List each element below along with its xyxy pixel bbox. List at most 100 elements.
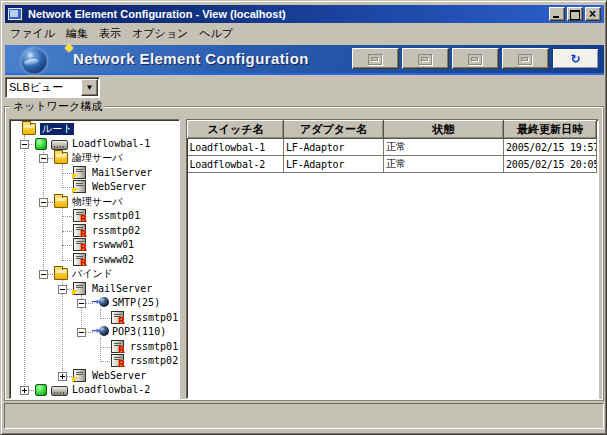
tree-item[interactable]: rswww01 [12, 238, 177, 253]
expand-icon[interactable] [20, 386, 29, 395]
title-bar[interactable]: Network Element Configuration - View (lo… [5, 5, 604, 23]
server-r-icon [73, 209, 86, 222]
tool-button-1[interactable] [352, 48, 399, 69]
tree-item[interactable]: WebServer [12, 180, 177, 195]
collapse-icon[interactable] [77, 299, 86, 308]
tree-item-label: Loadflowbal-1 [72, 138, 150, 150]
combobox-drop-button[interactable]: ▼ [81, 79, 98, 96]
folder-icon [54, 268, 68, 280]
collapse-icon[interactable] [39, 270, 48, 279]
table-cell: LF-Adaptor [284, 156, 384, 173]
tool-button-3-icon [468, 53, 484, 65]
tree-item[interactable]: rssmtp01 [12, 209, 177, 224]
view-selector-value: SLBビュー [6, 78, 81, 97]
tool-button-4-icon [518, 53, 534, 65]
tree-item-label: POP3(110) [112, 326, 166, 338]
tree-item-label: rswww02 [92, 254, 134, 266]
menu-item-1[interactable]: 編集 [61, 24, 94, 43]
network-tree: ルートLoadflowbal-1論理サーバMailServerWebServer… [12, 122, 177, 396]
expand-icon[interactable] [58, 372, 67, 381]
tool-button-4[interactable] [502, 48, 549, 69]
tree-connector [62, 208, 63, 261]
server-r-icon [111, 354, 124, 367]
server-r-icon [111, 311, 124, 324]
tree-item[interactable]: rssmtp01 [12, 340, 177, 355]
collapse-icon[interactable] [77, 328, 86, 337]
collapse-icon[interactable] [39, 154, 48, 163]
tree-item[interactable]: ルート [12, 122, 177, 137]
menu-item-0[interactable]: ファイル [5, 24, 61, 43]
collapse-icon[interactable] [58, 285, 67, 294]
tree-connector [100, 338, 101, 362]
tree-item[interactable]: SMTP(25) [12, 296, 177, 311]
column-header-2[interactable]: 状態 [384, 121, 504, 139]
view-selector-combobox[interactable]: SLBビュー ▼ [5, 77, 100, 98]
server-arrow-icon [73, 369, 86, 382]
tree-item[interactable]: WebServer [12, 369, 177, 384]
tree-connector [24, 135, 25, 391]
table-cell: 正常 [384, 156, 504, 173]
menu-item-3[interactable]: オプション [127, 24, 194, 43]
table-row[interactable]: Loadflowbal-1LF-Adaptor正常2005/02/15 19:5… [188, 139, 597, 156]
tree-item-label: rswww01 [92, 239, 134, 251]
tree-item[interactable]: Loadflowbal-2 [12, 383, 177, 398]
table-cell: 2005/02/15 20:05 [504, 156, 597, 173]
tree-item[interactable]: rswww02 [12, 253, 177, 268]
tree-item-label: WebServer [92, 370, 146, 382]
tree-item[interactable]: Loadflowbal-1 [12, 137, 177, 152]
close-button[interactable] [585, 7, 601, 21]
refresh-button[interactable]: ↻ [552, 48, 599, 69]
tool-button-2-icon [418, 53, 434, 65]
switch-table-panel: スイッチ名アダプター名状態最終更新日時Loadflowbal-1LF-Adapt… [186, 119, 599, 399]
tree-connector [100, 309, 101, 319]
window-title: Network Element Configuration - View (lo… [28, 8, 286, 20]
chevron-down-icon: ▼ [86, 83, 94, 92]
tree-connector [62, 164, 63, 188]
tree-item[interactable]: MailServer [12, 166, 177, 181]
app-icon [8, 8, 22, 20]
tree-item-label: rssmtp01 [92, 210, 140, 222]
network-groupbox-label: ネットワーク構成 [10, 99, 105, 114]
menu-item-2[interactable]: 表示 [94, 24, 127, 43]
tree-item-label: 論理サーバ [72, 152, 122, 164]
switch-icon [51, 386, 68, 396]
table-row[interactable]: Loadflowbal-2LF-Adaptor正常2005/02/15 20:0… [188, 156, 597, 173]
tree-item-label: rssmtp01 [130, 341, 178, 353]
tree-item[interactable]: 論理サーバ [12, 151, 177, 166]
tree-item-label: バインド [72, 268, 113, 280]
tree-item-label: SMTP(25) [112, 297, 160, 309]
column-header-3[interactable]: 最終更新日時 [504, 121, 597, 139]
tree-item[interactable]: バインド [12, 267, 177, 282]
globe-logo-icon [21, 48, 47, 74]
tree-item[interactable]: rssmtp02 [12, 224, 177, 239]
tree-item[interactable]: POP3(110) [12, 325, 177, 340]
banner: Network Element Configuration ↻ [5, 45, 604, 75]
tree-connector [62, 280, 63, 377]
tool-button-3[interactable] [452, 48, 499, 69]
tree-item-label: Loadflowbal-2 [72, 384, 150, 396]
column-header-0[interactable]: スイッチ名 [188, 121, 284, 139]
minimize-button[interactable] [549, 7, 565, 21]
menu-item-4[interactable]: ヘルプ [194, 24, 239, 43]
arrow-sphere-icon [92, 296, 109, 309]
tree-item[interactable]: rssmtp01 [12, 311, 177, 326]
tree-item[interactable]: rssmtp02 [12, 354, 177, 369]
collapse-icon[interactable] [39, 198, 48, 207]
folder-icon [54, 196, 68, 208]
switch-icon [51, 140, 68, 150]
server-arrow-icon [73, 166, 86, 179]
tree-item-label: WebServer [92, 181, 146, 193]
column-header-1[interactable]: アダプター名 [284, 121, 384, 139]
tree-item[interactable]: 物理サーバ [12, 195, 177, 210]
tool-button-1-icon [368, 53, 384, 65]
tool-button-2[interactable] [402, 48, 449, 69]
table-cell: 正常 [384, 139, 504, 156]
collapse-icon[interactable] [20, 140, 29, 149]
tree-item[interactable]: MailServer [12, 282, 177, 297]
sparkle-icon [65, 44, 73, 52]
folder-icon [54, 152, 68, 164]
menu-bar: ファイル編集表示オプションヘルプ [5, 23, 604, 43]
led-green-icon [35, 138, 47, 150]
maximize-button[interactable] [567, 7, 583, 21]
tree-item-label: ルート [40, 123, 74, 135]
